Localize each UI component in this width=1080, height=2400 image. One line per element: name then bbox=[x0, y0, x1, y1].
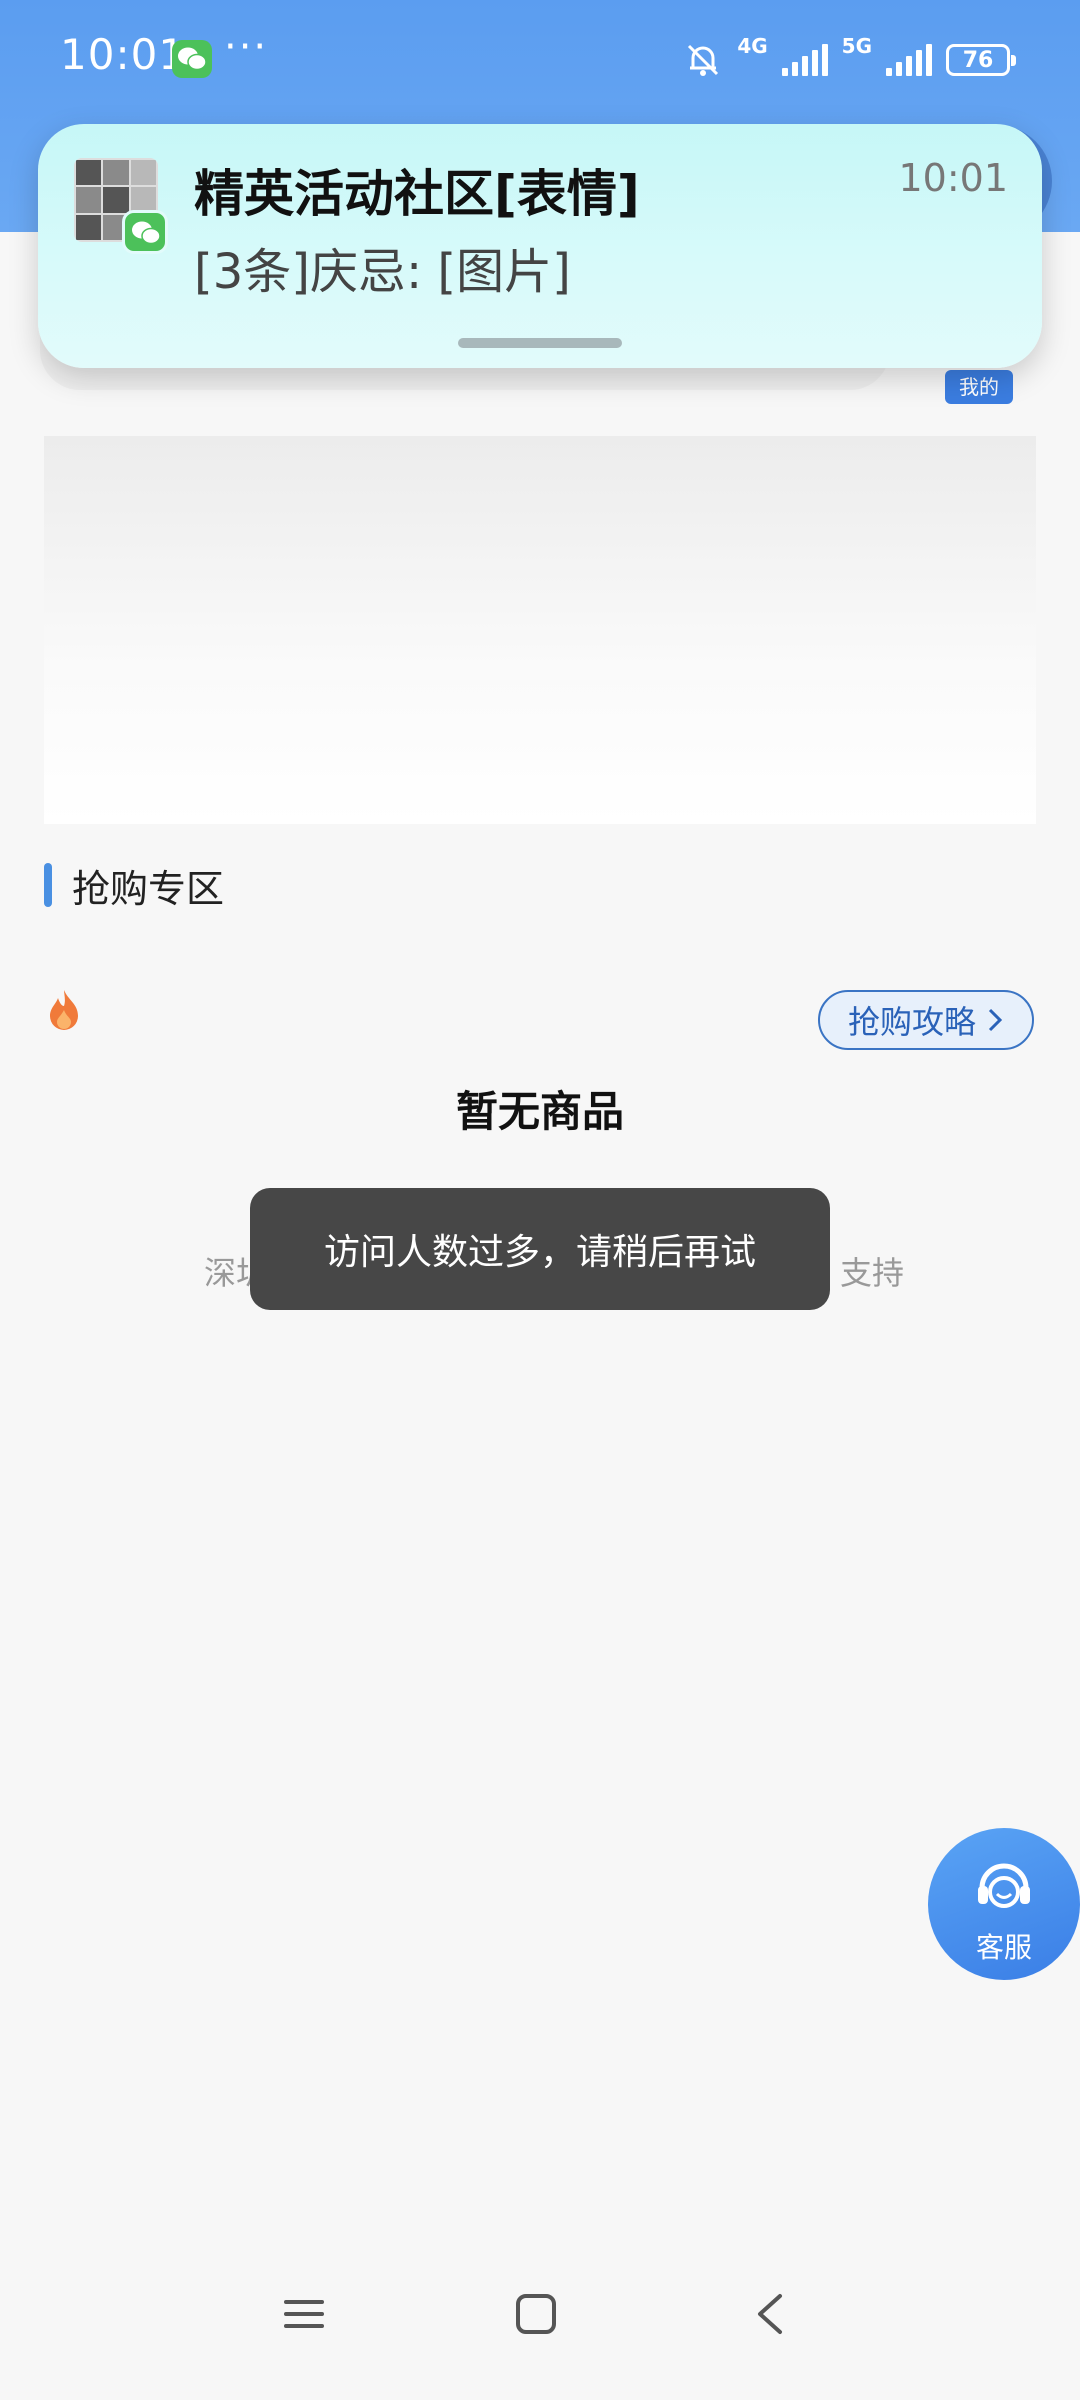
fire-icon bbox=[50, 990, 78, 1030]
battery-icon: 76 bbox=[946, 44, 1016, 76]
mute-bell-icon bbox=[688, 44, 719, 76]
mine-tag[interactable]: 我的 bbox=[945, 370, 1013, 404]
footer-caption-right: 支持 bbox=[840, 1254, 905, 1292]
customer-service-label: 客服 bbox=[975, 1931, 1032, 1964]
chevron-right-icon bbox=[988, 1008, 1003, 1032]
notification-time: 10:01 bbox=[898, 156, 1008, 200]
signal-icon bbox=[886, 44, 932, 76]
network-4g-label: 4G bbox=[737, 34, 768, 58]
toast-message: 访问人数过多，请稍后再试 bbox=[250, 1188, 830, 1310]
home-icon[interactable] bbox=[514, 2292, 558, 2336]
signal-icon bbox=[781, 44, 828, 76]
menu-icon[interactable] bbox=[282, 2292, 326, 2336]
status-bar: 10:01 ··· 4G 5G 76 bbox=[0, 0, 1080, 118]
notification-drag-handle[interactable] bbox=[458, 338, 622, 348]
screen: 我的 10:01 ··· 4G 5G 76 抢购专区 抢购攻略 暂无商品 深圳 … bbox=[0, 0, 1080, 2400]
battery-level: 76 bbox=[962, 47, 994, 73]
network-5g-label: 5G bbox=[841, 34, 872, 58]
empty-state-title: 暂无商品 bbox=[455, 1087, 624, 1136]
more-dots-icon: ··· bbox=[224, 24, 269, 70]
wechat-icon bbox=[172, 40, 212, 78]
headset-icon bbox=[978, 1863, 1030, 1908]
notification-title: 精英活动社区[表情] bbox=[194, 165, 640, 223]
purchase-guide-label: 抢购攻略 bbox=[847, 1003, 976, 1041]
notification-body: [3条]庆忌: [图片] bbox=[194, 244, 571, 300]
section-accent-bar bbox=[44, 863, 52, 907]
status-indicators: 4G 5G 76 bbox=[683, 34, 1016, 84]
banner[interactable] bbox=[44, 436, 1036, 824]
wechat-icon bbox=[122, 210, 168, 254]
system-nav-bar bbox=[0, 2270, 1080, 2390]
purchase-guide-button[interactable]: 抢购攻略 bbox=[818, 990, 1034, 1050]
section-title: 抢购专区 bbox=[72, 866, 225, 911]
section-header: 抢购专区 bbox=[44, 862, 224, 911]
wechat-notification[interactable]: 精英活动社区[表情] [3条]庆忌: [图片] 10:01 bbox=[38, 124, 1042, 368]
status-time: 10:01 bbox=[60, 30, 187, 79]
toast-text: 访问人数过多，请稍后再试 bbox=[323, 1232, 756, 1273]
back-icon[interactable] bbox=[750, 2292, 790, 2336]
customer-service-button[interactable]: 客服 bbox=[928, 1828, 1080, 1980]
